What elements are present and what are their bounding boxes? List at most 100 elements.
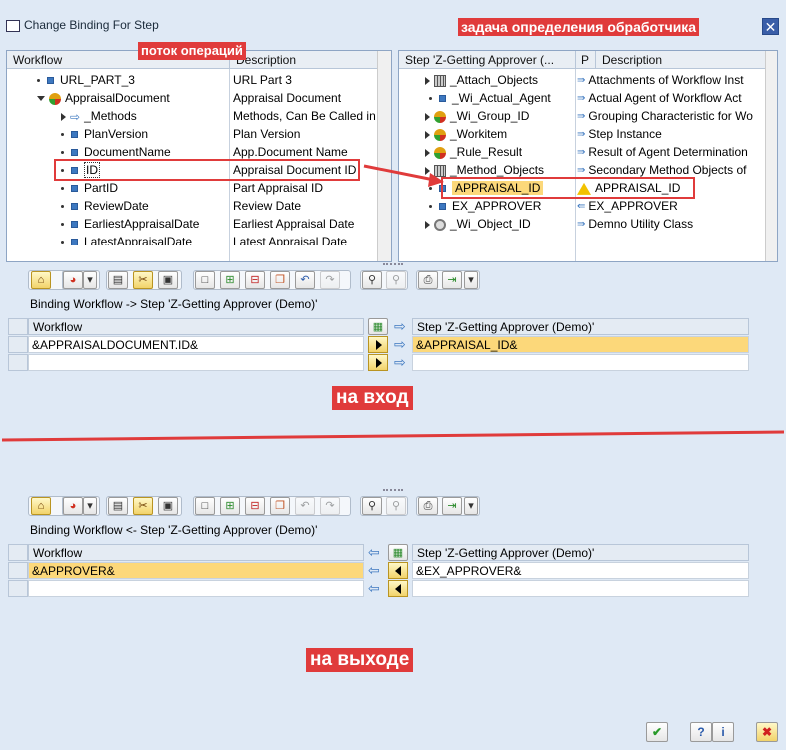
select-all-icon[interactable] — [8, 544, 28, 561]
tree-scrollbar[interactable] — [765, 51, 777, 261]
binding-in-header-workflow[interactable]: Workflow — [28, 318, 364, 335]
info-button[interactable]: i — [712, 722, 734, 742]
dropdown-button[interactable]: ▾ — [464, 271, 478, 289]
help-button[interactable]: ? — [690, 722, 712, 742]
direction-toggle-button[interactable] — [388, 562, 408, 579]
copy-button[interactable]: ▤ — [108, 497, 128, 515]
tree-scrollbar[interactable] — [377, 51, 391, 261]
tree-row[interactable]: AppraisalDocument — [37, 89, 170, 107]
cut-button[interactable]: ✂ — [133, 497, 153, 515]
find-button[interactable]: ⚲ — [362, 497, 382, 515]
delete-row-button[interactable]: ⊟ — [245, 497, 265, 515]
attribute-icon — [71, 203, 78, 211]
insert-row-button[interactable]: ⊞ — [220, 271, 240, 289]
tree-row[interactable]: _Wi_Object_ID — [425, 215, 531, 233]
paste-button[interactable]: ▣ — [158, 271, 178, 289]
tree-row[interactable]: ⇨ _Methods — [61, 107, 137, 125]
arrow-right-icon: ⇨ — [394, 336, 406, 352]
close-button[interactable]: ✕ — [762, 18, 779, 35]
check-button[interactable]: ◕ — [63, 271, 83, 289]
splitter-handle[interactable] — [383, 489, 403, 492]
binding-out-target-cell-empty[interactable] — [28, 580, 364, 597]
tree-header-p[interactable]: P — [575, 51, 595, 69]
collapse-icon[interactable] — [61, 112, 66, 121]
check-button[interactable]: ◕ — [63, 497, 83, 515]
paste-button[interactable]: ▣ — [158, 497, 178, 515]
tree-row[interactable]: LatestAppraisalDate — [61, 233, 192, 245]
object-icon — [434, 146, 446, 159]
tree-row[interactable]: PlanVersion — [61, 125, 148, 143]
tree-row[interactable]: EarliestAppraisalDate — [61, 215, 199, 233]
binding-in-header-step[interactable]: Step 'Z-Getting Approver (Demo)' — [412, 318, 749, 335]
undo-button[interactable]: ↶ — [295, 271, 315, 289]
binding-out-source-cell-empty[interactable] — [412, 580, 749, 597]
object-icon — [434, 110, 446, 123]
step-container-tree[interactable]: Step 'Z-Getting Approver (... P Descript… — [398, 50, 778, 262]
select-all-icon[interactable] — [8, 318, 28, 335]
expand-icon[interactable] — [37, 96, 45, 102]
redo-button[interactable]: ↷ — [320, 497, 340, 515]
direction-toggle-button[interactable] — [368, 354, 388, 371]
print-button[interactable]: ⎙ — [418, 271, 438, 289]
direction-toggle-button[interactable] — [368, 336, 388, 353]
cancel-button[interactable]: ✖ — [756, 722, 778, 742]
attribute-icon — [439, 95, 446, 103]
print-button[interactable]: ⎙ — [418, 497, 438, 515]
tree-header-description[interactable]: Description — [595, 51, 765, 69]
tree-header-description[interactable]: Description — [229, 51, 379, 69]
generate-binding-button[interactable]: ⌂ — [31, 271, 51, 289]
copy-row-button[interactable]: ❐ — [270, 271, 290, 289]
copy-row-button[interactable]: ❐ — [270, 497, 290, 515]
cut-button[interactable]: ✂ — [133, 271, 153, 289]
tree-row[interactable]: _Wi_Actual_Agent — [429, 89, 551, 107]
tree-row-desc: Review Date — [233, 199, 302, 213]
tree-row[interactable]: _Rule_Result — [425, 143, 522, 161]
binding-out-target-cell[interactable]: &APPROVER& — [28, 562, 364, 579]
tree-row[interactable]: _Wi_Group_ID — [425, 107, 529, 125]
find-next-button[interactable]: ⚲ — [386, 271, 406, 289]
splitter-handle[interactable] — [383, 263, 403, 266]
binding-in-target-cell-empty[interactable] — [412, 354, 749, 371]
tree-header-step[interactable]: Step 'Z-Getting Approver (... — [399, 51, 575, 69]
row-selector[interactable] — [8, 336, 28, 353]
new-row-button[interactable]: □ — [195, 271, 215, 289]
binding-in-label: Binding Workflow -> Step 'Z-Getting Appr… — [30, 297, 318, 311]
binding-in-source-cell[interactable]: &APPRAISALDOCUMENT.ID& — [28, 336, 364, 353]
dropdown-button[interactable]: ▾ — [464, 497, 478, 515]
binding-in-target-cell[interactable]: &APPRAISAL_ID& — [412, 336, 749, 353]
binding-out-source-cell[interactable]: &EX_APPROVER& — [412, 562, 749, 579]
confirm-button[interactable]: ✔ — [646, 722, 668, 742]
new-row-button[interactable]: □ — [195, 497, 215, 515]
dropdown-button[interactable]: ▾ — [83, 497, 97, 515]
import-icon: ⇛ — [577, 128, 586, 140]
delete-row-button[interactable]: ⊟ — [245, 271, 265, 289]
binding-out-header-step[interactable]: Step 'Z-Getting Approver (Demo)' — [412, 544, 749, 561]
tree-row[interactable]: EX_APPROVER — [429, 197, 541, 215]
tree-row[interactable]: ReviewDate — [61, 197, 149, 215]
undo-button[interactable]: ↶ — [295, 497, 315, 515]
dropdown-button[interactable]: ▾ — [83, 271, 97, 289]
export-button[interactable]: ⇥ — [442, 271, 462, 289]
tree-row[interactable]: _Workitem — [425, 125, 507, 143]
binding-out-header-workflow[interactable]: Workflow — [28, 544, 364, 561]
generate-binding-button[interactable]: ⌂ — [31, 497, 51, 515]
find-button[interactable]: ⚲ — [362, 271, 382, 289]
tree-row[interactable]: _Attach_Objects — [425, 71, 538, 89]
tree-row[interactable]: URL_PART_3 — [37, 71, 135, 89]
tree-row[interactable]: PartID — [61, 179, 118, 197]
export-button[interactable]: ⇥ — [442, 497, 462, 515]
binding-in-source-cell-empty[interactable] — [28, 354, 364, 371]
binding-editor-icon[interactable]: ▦ — [388, 544, 408, 561]
binding-editor-icon[interactable]: ▦ — [368, 318, 388, 335]
workflow-container-tree[interactable]: Workflow Description URL_PART_3 URL Part… — [6, 50, 392, 262]
direction-toggle-button[interactable] — [388, 580, 408, 597]
insert-row-button[interactable]: ⊞ — [220, 497, 240, 515]
row-selector[interactable] — [8, 354, 28, 371]
import-icon: ⇛ — [577, 110, 586, 122]
row-selector[interactable] — [8, 562, 28, 579]
arrow-left-icon: ⇦ — [368, 544, 380, 560]
find-next-button[interactable]: ⚲ — [386, 497, 406, 515]
row-selector[interactable] — [8, 580, 28, 597]
redo-button[interactable]: ↷ — [320, 271, 340, 289]
copy-button[interactable]: ▤ — [108, 271, 128, 289]
